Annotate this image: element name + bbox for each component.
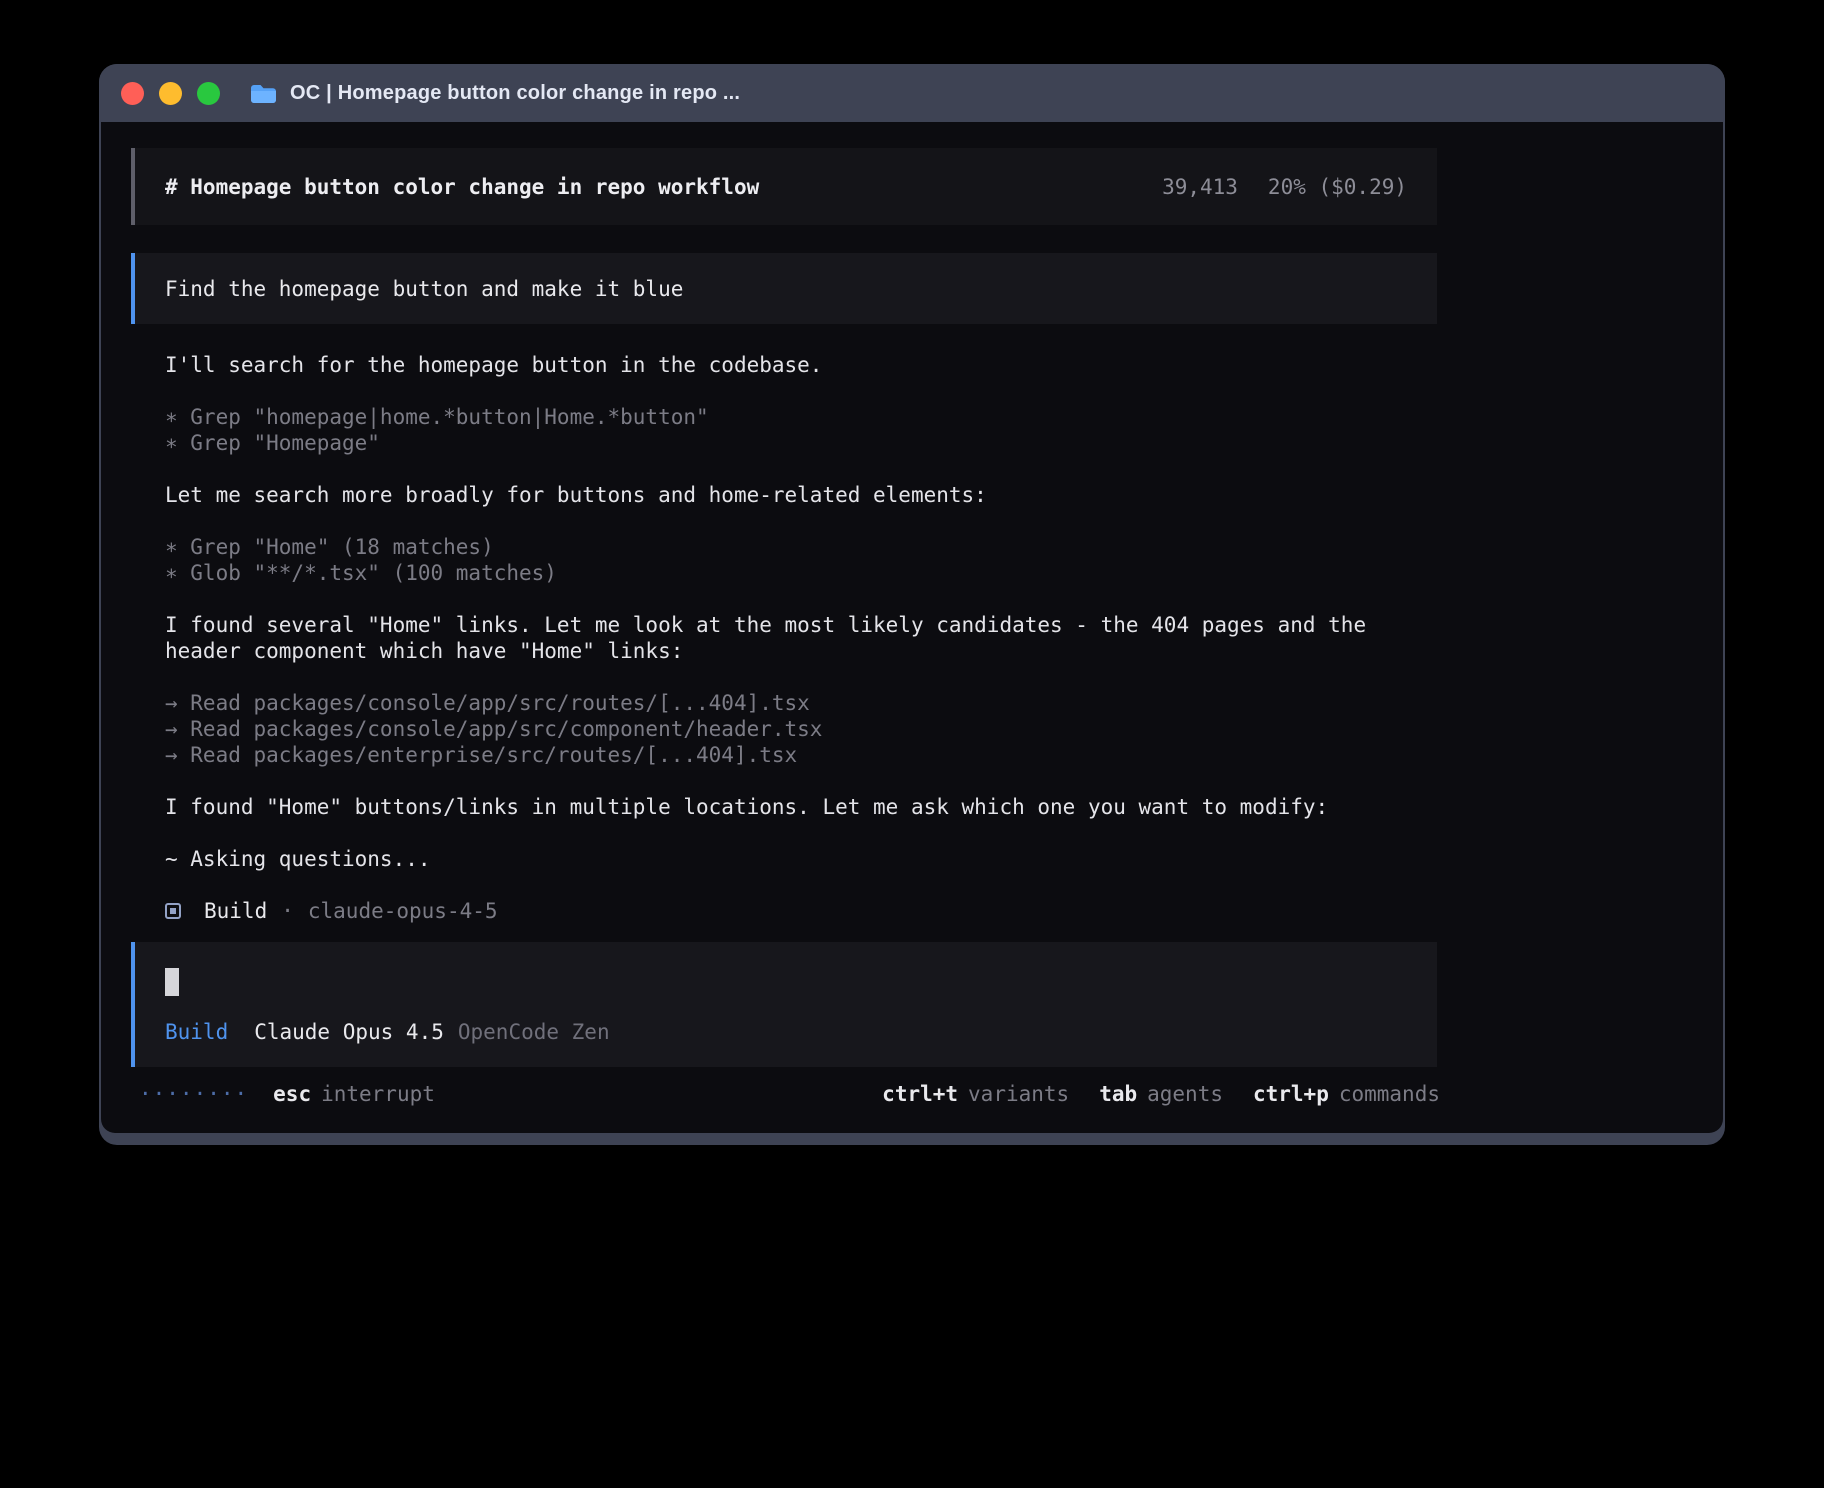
desktop-background: OC | Homepage button color change in rep… xyxy=(0,0,1824,1488)
assistant-text: Let me search more broadly for buttons a… xyxy=(165,482,1437,508)
model-label: Claude Opus 4.5 xyxy=(254,1019,444,1045)
status-right-group: ctrl+t variants tab agents ctrl+p comman… xyxy=(852,1081,1440,1107)
titlebar-title-group: OC | Homepage button color change in rep… xyxy=(250,82,740,105)
tool-call-glob: ∗ Glob "**/*.tsx" (100 matches) xyxy=(165,560,1437,586)
tool-call-read: → Read packages/console/app/src/routes/[… xyxy=(165,690,1437,716)
token-count: 39,413 xyxy=(1162,175,1238,199)
assistant-text: I found several "Home" links. Let me loo… xyxy=(165,612,1437,664)
provider-label: OpenCode Zen xyxy=(458,1019,610,1045)
tool-call-read: → Read packages/console/app/src/componen… xyxy=(165,716,1437,742)
agent-model: claude-opus-4-5 xyxy=(308,898,498,924)
shortcut-agents: tab agents xyxy=(1099,1081,1223,1107)
ctrl-p-key-hint: ctrl+p xyxy=(1253,1081,1329,1107)
spinner-dots-icon: ········ xyxy=(139,1081,248,1107)
conversation: I'll search for the homepage button in t… xyxy=(131,352,1437,924)
esc-key-hint: esc xyxy=(273,1081,311,1107)
separator-dot-icon: · xyxy=(281,898,294,924)
commands-label: commands xyxy=(1339,1081,1440,1107)
variants-label: variants xyxy=(968,1081,1069,1107)
tool-call-read: → Read packages/enterprise/src/routes/[.… xyxy=(165,742,1437,768)
tool-call-grep: ∗ Grep "homepage|home.*button|Home.*butt… xyxy=(165,404,1437,430)
status-left-group: ········ esc interrupt xyxy=(131,1081,435,1107)
agents-label: agents xyxy=(1147,1081,1223,1107)
session-header: # Homepage button color change in repo w… xyxy=(131,148,1437,225)
ctrl-t-key-hint: ctrl+t xyxy=(882,1081,958,1107)
session-title: # Homepage button color change in repo w… xyxy=(165,175,759,199)
prompt-input[interactable]: Build Claude Opus 4.5 OpenCode Zen xyxy=(131,942,1437,1067)
user-message-text: Find the homepage button and make it blu… xyxy=(165,277,683,301)
user-message: Find the homepage button and make it blu… xyxy=(131,253,1437,324)
assistant-text: I found "Home" buttons/links in multiple… xyxy=(165,794,1437,820)
window-titlebar[interactable]: OC | Homepage button color change in rep… xyxy=(99,64,1725,122)
assistant-text: I'll search for the homepage button in t… xyxy=(165,352,1437,378)
shortcut-variants: ctrl+t variants xyxy=(882,1081,1069,1107)
tool-call-grep: ∗ Grep "Home" (18 matches) xyxy=(165,534,1437,560)
zoom-button[interactable] xyxy=(197,82,220,105)
app-window: OC | Homepage button color change in rep… xyxy=(99,64,1725,1145)
shortcut-commands: ctrl+p commands xyxy=(1253,1081,1440,1107)
tab-key-hint: tab xyxy=(1099,1081,1137,1107)
close-button[interactable] xyxy=(121,82,144,105)
minimize-button[interactable] xyxy=(159,82,182,105)
agent-name: Build xyxy=(204,898,267,924)
tool-call-grep: ∗ Grep "Homepage" xyxy=(165,430,1437,456)
mode-label: Build xyxy=(165,1019,228,1045)
traffic-lights xyxy=(121,82,220,105)
activity-status: ~ Asking questions... xyxy=(165,846,1437,872)
session-stats: 39,413 20% ($0.29) xyxy=(1162,175,1407,199)
input-meta-row: Build Claude Opus 4.5 OpenCode Zen xyxy=(165,1019,1407,1045)
text-cursor xyxy=(165,968,179,996)
agent-icon xyxy=(165,903,181,919)
agent-status-row: Build · claude-opus-4-5 xyxy=(165,898,1437,924)
terminal-content: # Homepage button color change in repo w… xyxy=(101,122,1723,1133)
interrupt-label: interrupt xyxy=(321,1081,435,1107)
folder-icon xyxy=(250,83,277,104)
context-usage: 20% ($0.29) xyxy=(1268,175,1407,199)
status-bar: ········ esc interrupt ctrl+t variants t… xyxy=(131,1081,1440,1107)
window-title: OC | Homepage button color change in rep… xyxy=(290,82,740,105)
